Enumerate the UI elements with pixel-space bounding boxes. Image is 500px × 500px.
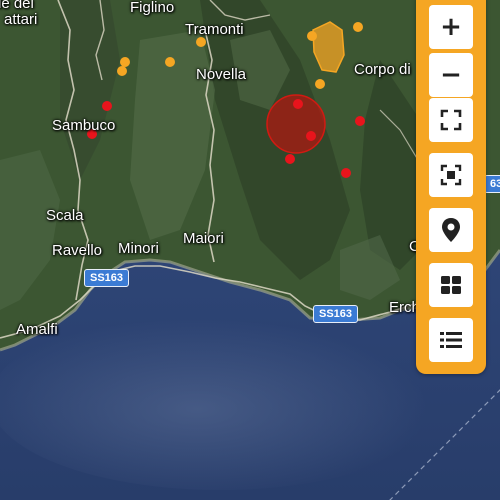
orange-hotspot[interactable] (315, 79, 325, 89)
place-label: Scala (46, 207, 84, 224)
place-label: Sambuco (52, 117, 116, 134)
minus-icon: − (440, 60, 462, 90)
plus-icon: + (440, 12, 462, 42)
locate-button[interactable] (429, 208, 473, 252)
orange-hotspot[interactable] (165, 57, 175, 67)
list-view-button[interactable] (429, 318, 473, 362)
place-label: attari (4, 11, 38, 28)
red-hotspot[interactable] (355, 116, 365, 126)
place-label: Novella (196, 66, 247, 83)
focus-icon (440, 164, 462, 186)
place-label: Tramonti (185, 21, 244, 38)
sea-haze (0, 310, 450, 490)
grid-icon (441, 276, 461, 294)
place-label: Maiori (183, 230, 224, 247)
red-hotspot[interactable] (102, 101, 112, 111)
place-label: Ravello (52, 242, 103, 259)
fit-bounds-button[interactable] (429, 153, 473, 197)
red-hotspot[interactable] (306, 131, 316, 141)
fullscreen-icon (440, 109, 462, 131)
list-icon (440, 332, 462, 348)
road-shield: SS163 (313, 305, 359, 323)
orange-hotspot[interactable] (307, 31, 317, 41)
road-shield: SS163 (84, 269, 130, 287)
location-pin-icon (442, 218, 460, 242)
place-label: Figlino (130, 0, 175, 16)
grid-view-button[interactable] (429, 263, 473, 307)
red-hotspot[interactable] (341, 168, 351, 178)
orange-hotspot[interactable] (120, 57, 130, 67)
orange-hotspot[interactable] (117, 66, 127, 76)
orange-hotspot[interactable] (196, 37, 206, 47)
road-shield: 63 (484, 175, 500, 193)
fullscreen-button[interactable] (429, 98, 473, 142)
map-toolbar: + − (416, 0, 486, 374)
red-hotspot[interactable] (285, 154, 295, 164)
zoom-out-button[interactable]: − (429, 53, 473, 97)
place-label: Corpo di (354, 61, 411, 78)
zoom-in-button[interactable]: + (429, 5, 473, 49)
red-hotspot[interactable] (293, 99, 303, 109)
orange-hotspot[interactable] (353, 22, 363, 32)
place-label: Minori (118, 240, 159, 257)
place-label: Amalfi (16, 321, 58, 338)
